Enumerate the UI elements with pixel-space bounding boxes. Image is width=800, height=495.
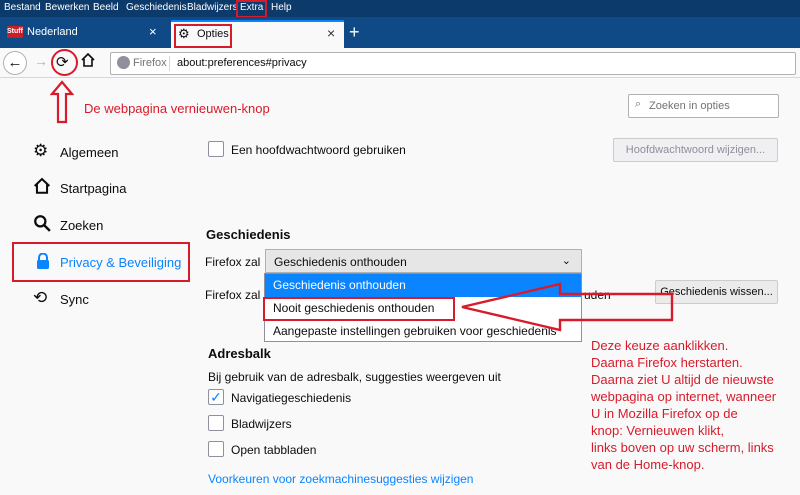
site-favicon: Stuff [7,26,23,38]
open-tabs-label: Open tabbladen [231,443,317,457]
search-placeholder: Zoeken in opties [649,100,730,112]
url-bar[interactable]: Firefox about:preferences#privacy [110,52,796,75]
history-mode-select[interactable]: Geschiedenis onthouden ⌄ [265,249,582,273]
url-text[interactable]: about:preferences#privacy [177,57,307,69]
history-mode-label: Firefox zal [205,255,261,269]
menu-geschiedenis[interactable]: Geschiedenis [126,2,187,13]
menu-beeld[interactable]: Beeld [93,2,119,13]
gear-icon: ⚙ [33,141,49,160]
tab-opties[interactable]: ⚙ Opties × [171,20,344,48]
annotation-up-arrow-icon [50,80,74,124]
bookmarks-checkbox[interactable] [208,415,224,431]
menu-bewerken[interactable]: Bewerken [45,2,89,13]
annotation-line: U in Mozilla Firefox op de [591,406,738,421]
menu-bladwijzers[interactable]: Bladwijzers [187,2,238,13]
forward-button[interactable]: → [34,53,48,69]
tab-nederland[interactable]: Stuff Nederland × [3,22,165,45]
bookmarks-label: Bladwijzers [231,417,292,431]
annotation-line: links boven op uw scherm, links [591,440,774,455]
navigation-history-checkbox[interactable]: ✓ [208,389,224,405]
search-suggestions-link[interactable]: Voorkeuren voor zoekmachinesuggesties wi… [208,472,473,486]
annotation-highlight-opties [174,24,232,48]
history-heading: Geschiedenis [206,227,291,242]
home-button[interactable] [80,52,96,68]
search-icon [34,215,51,232]
firefox-icon [117,56,130,69]
annotation-line: knop: Vernieuwen klikt, [591,423,724,438]
addressbar-description: Bij gebruik van de adresbalk, suggesties… [208,370,501,384]
select-value: Geschiedenis onthouden [274,255,407,269]
sidebar-item-zoeken[interactable]: Zoeken [33,214,183,236]
annotation-left-arrow-icon [461,282,674,332]
menu-bar: Bestand Bewerken Beeld Geschiedenis Blad… [0,0,800,17]
home-icon [33,177,51,194]
annotation-line: van de Home-knop. [591,457,705,472]
annotation-instructions: Deze keuze aanklikken. Daarna Firefox he… [591,337,796,473]
annotation-highlight-privacy [12,242,190,282]
change-master-password-button[interactable]: Hoofdwachtwoord wijzigen... [613,138,778,162]
menu-help[interactable]: Help [271,2,292,13]
history-description-left: Firefox zal [205,288,261,302]
arrow-left-icon: ← [7,54,23,71]
annotation-circle-reload [51,49,78,76]
sidebar-item-algemeen[interactable]: ⚙ Algemeen [33,141,183,163]
sync-icon: ⟲ [33,288,48,307]
url-separator [169,56,170,71]
url-identity: Firefox [133,57,167,69]
sidebar-item-label: Algemeen [60,145,119,160]
tab-label: Nederland [27,26,78,38]
open-tabs-checkbox[interactable] [208,441,224,457]
sidebar-item-label: Zoeken [60,218,104,233]
annotation-line: webpagina op internet, wanneer [591,389,777,404]
sidebar-item-label: Startpagina [60,181,127,196]
back-button[interactable]: ← [3,51,27,75]
sidebar-item-label: Sync [60,292,89,307]
annotation-highlight-never-remember [263,297,455,321]
annotation-line: Deze keuze aanklikken. [591,338,729,353]
master-password-label: Een hoofdwachtwoord gebruiken [231,143,406,157]
new-tab-button[interactable]: + [349,22,360,43]
firefox-window: Bestand Bewerken Beeld Geschiedenis Blad… [0,0,800,495]
annotation-line: Daarna Firefox herstarten. [591,355,743,370]
menu-bestand[interactable]: Bestand [4,2,41,13]
close-icon[interactable]: × [327,25,335,41]
annotation-reload-note: De webpagina vernieuwen-knop [84,101,270,116]
close-icon[interactable]: × [149,24,157,39]
annotation-highlight-extra [236,0,267,18]
search-input[interactable]: ⌕ Zoeken in opties [628,94,779,118]
sidebar-item-startpagina[interactable]: Startpagina [33,177,183,199]
chevron-down-icon: ⌄ [561,255,571,267]
checkmark-icon: ✓ [210,389,222,405]
navigation-history-label: Navigatiegeschiedenis [231,391,352,405]
master-password-checkbox[interactable] [208,141,224,157]
sidebar-item-sync[interactable]: ⟲ Sync [33,288,183,310]
addressbar-heading: Adresbalk [208,346,271,361]
search-icon: ⌕ [635,98,642,110]
annotation-line: Daarna ziet U altijd de nieuwste [591,372,774,387]
